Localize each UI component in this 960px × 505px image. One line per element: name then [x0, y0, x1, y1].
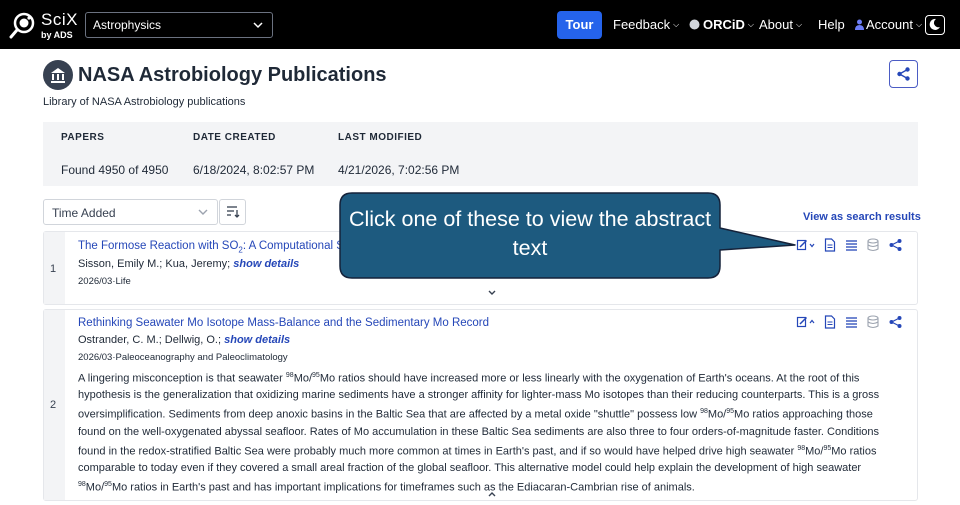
sort-select[interactable]: Time Added	[43, 199, 218, 225]
result-publication: 2026/03·Life	[78, 276, 131, 287]
abstract-toggle-icon[interactable]	[796, 315, 818, 329]
result-title-link[interactable]: Rethinking Seawater Mo Isotope Mass-Bala…	[78, 317, 489, 329]
sort-descending-icon	[227, 206, 240, 218]
logo-subtitle: by ADS	[41, 30, 73, 40]
date-created-value: 6/18/2024, 8:02:57 PM	[193, 163, 315, 177]
chevron-up-icon[interactable]	[487, 490, 497, 498]
chevron-down-icon: ⌵	[747, 20, 754, 29]
result-authors: Sisson, Emily M.; Kua, Jeremy; show deta…	[78, 258, 300, 270]
result-index: 2	[44, 310, 65, 500]
bank-icon	[51, 68, 65, 83]
papers-value: Found 4950 of 4950	[61, 163, 169, 177]
orcid-label: ORCiD	[703, 17, 745, 32]
discipline-value: Astrophysics	[93, 18, 162, 32]
chevron-down-icon[interactable]	[487, 289, 497, 297]
chevron-down-icon	[253, 22, 263, 29]
date-created-label: DATE CREATED	[193, 132, 276, 143]
chevron-down-icon	[198, 209, 208, 215]
page-title: NASA Astrobiology Publications	[78, 64, 387, 86]
abstract-line: found on the well-oxygenated abyssal sea…	[78, 425, 880, 438]
orcid-menu[interactable]: ORCiD ⌵	[689, 17, 754, 33]
view-as-search-results-link[interactable]: View as search results	[803, 211, 921, 223]
last-modified-value: 4/21/2026, 7:02:56 PM	[338, 163, 460, 177]
result-title-link[interactable]: The Formose Reaction with SO2: A Computa…	[78, 240, 344, 254]
database-icon[interactable]	[867, 315, 879, 329]
abstract-line: oversimplification. Sediments from deep …	[78, 408, 873, 421]
result-item: 2 Rethinking Seawater Mo Isotope Mass-Ba…	[43, 309, 918, 501]
user-icon	[855, 19, 864, 30]
discipline-select[interactable]: Astrophysics	[85, 12, 273, 38]
sort-value: Time Added	[52, 206, 116, 220]
tour-button[interactable]: Tour	[557, 11, 602, 39]
theme-toggle-button[interactable]	[925, 15, 945, 35]
show-details-link[interactable]: show details	[233, 258, 299, 270]
result-publication: 2026/03·Paleoceanography and Paleoclimat…	[78, 352, 288, 363]
chevron-down-icon: ⌵	[915, 20, 923, 29]
share-button[interactable]	[889, 60, 918, 88]
sort-direction-button[interactable]	[219, 199, 246, 225]
result-authors: Ostrander, C. M.; Dellwig, O.; show deta…	[78, 334, 291, 346]
about-label: About	[759, 17, 793, 32]
abstract-line: hypothesis is the generalization that ox…	[78, 389, 880, 402]
document-icon[interactable]	[824, 238, 836, 252]
library-description: Library of NASA Astrobiology publication…	[43, 96, 246, 108]
abstract-line: comparable to today even if they covered…	[78, 461, 862, 474]
account-label: Account	[866, 17, 913, 32]
chevron-down-icon: ⌵	[795, 20, 803, 29]
logo-title: SciX	[41, 10, 78, 29]
moon-icon	[929, 18, 940, 30]
library-icon	[43, 60, 73, 90]
result-abstract: A lingering misconception is that seawat…	[78, 368, 898, 496]
abstract-line: A lingering misconception is that seawat…	[78, 372, 860, 385]
top-nav-bar: SciX by ADS Astrophysics Tour Feedback ⌵ …	[0, 0, 960, 49]
last-modified-label: LAST MODIFIED	[338, 132, 423, 143]
feedback-label: Feedback	[613, 17, 671, 32]
share-icon[interactable]	[889, 315, 902, 329]
help-link[interactable]: Help	[818, 17, 845, 33]
share-icon[interactable]	[889, 238, 902, 252]
list-icon[interactable]	[845, 238, 858, 252]
list-icon[interactable]	[845, 315, 858, 329]
library-stats: PAPERS Found 4950 of 4950 DATE CREATED 6…	[43, 122, 918, 186]
account-menu[interactable]: Account ⌵	[855, 17, 922, 33]
result-index: 1	[44, 232, 65, 304]
orcid-icon	[689, 19, 700, 30]
papers-label: PAPERS	[61, 132, 105, 143]
feedback-menu[interactable]: Feedback ⌵	[613, 17, 679, 33]
chevron-down-icon: ⌵	[673, 20, 680, 29]
scix-logo-icon	[9, 12, 35, 39]
share-icon	[897, 67, 910, 81]
scix-logo[interactable]: SciX by ADS	[9, 10, 79, 42]
database-icon[interactable]	[867, 238, 879, 252]
abstract-line: found in the redox-stratified Baltic Sea…	[78, 444, 877, 458]
about-menu[interactable]: About ⌵	[759, 17, 802, 33]
callout-text: Click one of these to view the abstract …	[348, 207, 712, 260]
document-icon[interactable]	[824, 315, 836, 329]
abstract-toggle-icon[interactable]	[796, 238, 818, 252]
show-details-link[interactable]: show details	[224, 334, 290, 346]
